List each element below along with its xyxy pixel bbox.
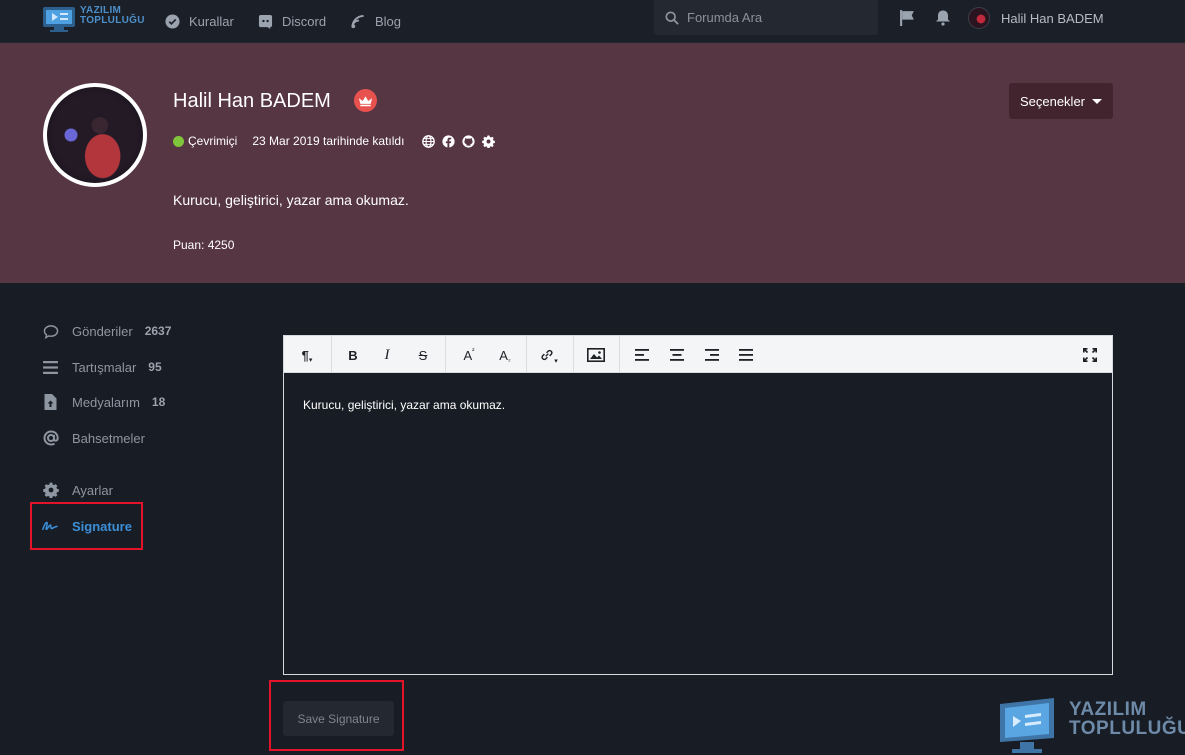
watermark-logo: YAZILIM TOPLULUĞU [994,694,1185,755]
signature-editor: ¶ ▾ B I S A² A₂ ▾ Kurucu, geliştirici, ya… [283,335,1113,675]
align-right-icon[interactable] [701,344,723,366]
monitor-logo-icon [1000,698,1054,753]
sidebar-item-mentions[interactable]: Bahsetmeler [42,427,145,449]
crown-badge-icon [354,89,377,112]
file-upload-icon [42,394,59,410]
profile-points: Puan: 4250 [173,238,235,252]
at-icon [42,430,59,446]
sidebar-item-posts[interactable]: Gönderiler 2637 [42,320,171,342]
watermark-text: YAZILIM TOPLULUĞU [1069,699,1185,739]
sidebar-item-count: 18 [151,395,166,409]
list-icon [42,360,59,374]
options-button[interactable]: Seçenekler [1009,83,1113,119]
fullscreen-icon[interactable] [1079,344,1101,366]
toolbar-divider [573,336,574,372]
toolbar-divider [445,336,446,372]
check-circle-icon [165,13,180,29]
toolbar-divider [526,336,527,372]
editor-toolbar: ¶ ▾ B I S A² A₂ ▾ [284,336,1112,373]
social-links [422,134,502,148]
crown-icon [358,95,373,106]
align-center-icon[interactable] [666,344,688,366]
bold-icon[interactable]: B [342,344,364,366]
site-logo[interactable]: YAZILIM TOPLULUĞU [42,5,145,35]
sidebar-item-label: Bahsetmeler [72,430,145,446]
nav-link-discord[interactable]: Discord [258,10,326,32]
search-input[interactable] [687,10,867,25]
link-icon[interactable]: ▾ [538,344,560,366]
nav-link-kurallar[interactable]: Kurallar [165,10,234,32]
sidebar-item-count: 95 [148,360,162,374]
highlight-box-save [269,680,404,751]
online-status-dot [173,135,184,147]
user-name: Halil Han BADEM [1001,10,1104,26]
avatar [968,7,990,29]
online-status: Çevrimiçi [188,134,238,148]
sidebar-item-settings[interactable]: Ayarlar [42,479,113,501]
toolbar-divider [619,336,620,372]
profile-avatar [43,83,147,187]
discord-icon [258,14,273,29]
search-icon [665,10,679,25]
paragraph-icon[interactable]: ¶ ▾ [296,344,318,366]
search-box[interactable] [654,0,878,35]
sidebar-item-label: Gönderiler [72,323,133,339]
nav-link-label: Kurallar [189,13,234,29]
profile-meta: Çevrimiçi 23 Mar 2019 tarihinde katıldı [173,134,502,148]
nav-link-label: Blog [375,13,402,29]
italic-icon[interactable]: I [376,344,398,366]
bell-icon[interactable] [935,9,951,26]
highlight-box-signature [30,502,143,550]
superscript-icon[interactable]: A² [458,344,480,366]
image-icon[interactable] [585,344,607,366]
align-left-icon[interactable] [631,344,653,366]
nav-link-blog[interactable]: Blog [350,10,401,32]
caret-down-icon [1092,98,1103,104]
sidebar-item-count: 2637 [144,324,172,338]
strikethrough-icon[interactable]: S [412,344,434,366]
github-icon[interactable] [462,134,476,148]
logo-text: YAZILIM TOPLULUĞU [80,5,145,26]
comment-icon [42,324,59,339]
user-menu[interactable]: Halil Han BADEM [968,6,1104,30]
profile-name: Halil Han BADEM [173,90,331,112]
profile-hero: Halil Han BADEM Çevrimiçi 23 Mar 2019 ta… [0,43,1185,283]
sidebar-item-label: Medyalarım [72,394,140,410]
joined-date: 23 Mar 2019 tarihinde katıldı [252,134,405,148]
globe-icon[interactable] [422,134,436,148]
gear-icon[interactable] [482,134,496,148]
blog-icon [351,14,364,28]
editor-content[interactable]: Kurucu, geliştirici, yazar ama okumaz. [303,398,505,412]
flag-icon[interactable] [899,9,916,26]
top-navbar: YAZILIM TOPLULUĞU Kurallar Discord Blog … [0,0,1185,43]
profile-bio: Kurucu, geliştirici, yazar ama okumaz. [173,192,409,208]
facebook-icon[interactable] [442,134,456,148]
sidebar-item-discussions[interactable]: Tartışmalar 95 [42,356,162,378]
sidebar-item-label: Ayarlar [72,482,113,498]
sidebar-item-label: Tartışmalar [72,359,137,375]
nav-link-label: Discord [282,13,327,29]
subscript-icon[interactable]: A₂ [494,344,516,366]
monitor-logo-icon [43,7,75,32]
options-label: Seçenekler [1019,93,1086,109]
toolbar-divider [331,336,332,372]
sidebar-item-media[interactable]: Medyalarım 18 [42,391,165,413]
align-justify-icon[interactable] [735,344,757,366]
gear-icon [42,482,59,498]
